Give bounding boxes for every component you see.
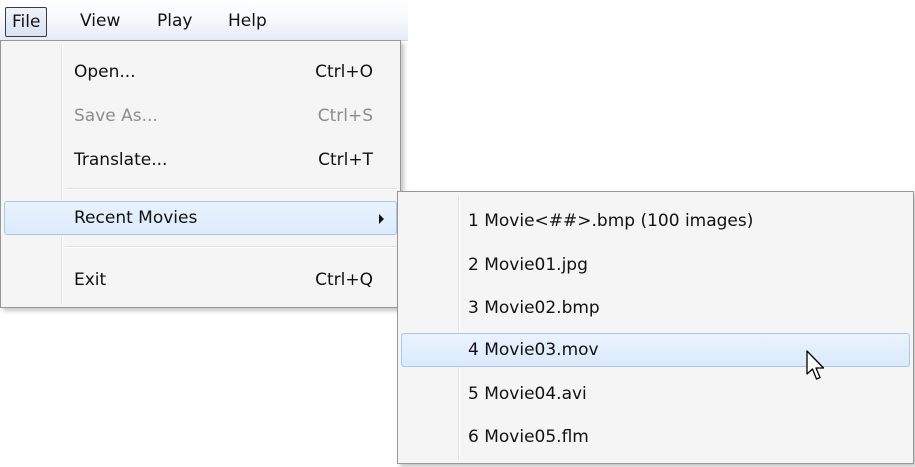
menu-item-label: Translate... — [74, 150, 168, 170]
menu-separator — [65, 246, 397, 248]
recent-movie-label: 5 Movie04.avi — [468, 384, 587, 404]
recent-movie-item-6[interactable]: 6 Movie05.flm — [401, 420, 910, 454]
menu-item-translate[interactable]: Translate... Ctrl+T — [4, 143, 397, 177]
recent-movie-item-4[interactable]: 4 Movie03.mov — [401, 333, 910, 367]
recent-movie-item-3[interactable]: 3 Movie02.bmp — [401, 291, 910, 325]
recent-movie-item-5[interactable]: 5 Movie04.avi — [401, 377, 910, 411]
menu-item-exit[interactable]: Exit Ctrl+Q — [4, 263, 397, 297]
recent-movie-label: 3 Movie02.bmp — [468, 298, 600, 318]
menu-item-recent-movies[interactable]: Recent Movies — [4, 201, 397, 235]
menu-item-open[interactable]: Open... Ctrl+O — [4, 55, 397, 89]
menu-bar: File View Play Help — [0, 0, 408, 41]
menu-item-shortcut: Ctrl+Q — [315, 270, 373, 290]
arrow-pointer-icon — [806, 350, 825, 380]
file-menu: Open... Ctrl+O Save As... Ctrl+S Transla… — [0, 40, 401, 308]
submenu-arrow-icon — [379, 214, 384, 224]
recent-movie-label: 6 Movie05.flm — [468, 427, 589, 447]
menu-item-label: Exit — [74, 270, 107, 290]
menu-item-shortcut: Ctrl+S — [317, 106, 373, 126]
menu-item-shortcut: Ctrl+O — [315, 62, 373, 82]
menu-item-label: Save As... — [74, 106, 158, 126]
menu-separator — [65, 188, 397, 190]
menubar-view[interactable]: View — [72, 9, 128, 33]
recent-movie-label: 1 Movie<##>.bmp (100 images) — [468, 211, 754, 231]
recent-movie-item-2[interactable]: 2 Movie01.jpg — [401, 248, 910, 282]
menubar-file[interactable]: File — [5, 7, 48, 37]
menu-item-shortcut: Ctrl+T — [318, 150, 373, 170]
recent-movie-item-1[interactable]: 1 Movie<##>.bmp (100 images) — [401, 204, 910, 238]
recent-movies-submenu: 1 Movie<##>.bmp (100 images) 2 Movie01.j… — [397, 191, 914, 464]
menu-item-save-as: Save As... Ctrl+S — [4, 99, 397, 133]
menubar-play[interactable]: Play — [149, 9, 200, 33]
recent-movie-label: 2 Movie01.jpg — [468, 255, 588, 275]
menubar-help[interactable]: Help — [220, 9, 275, 33]
menu-item-label: Open... — [74, 62, 136, 82]
recent-movie-label: 4 Movie03.mov — [468, 340, 599, 360]
menu-item-label: Recent Movies — [74, 208, 198, 228]
